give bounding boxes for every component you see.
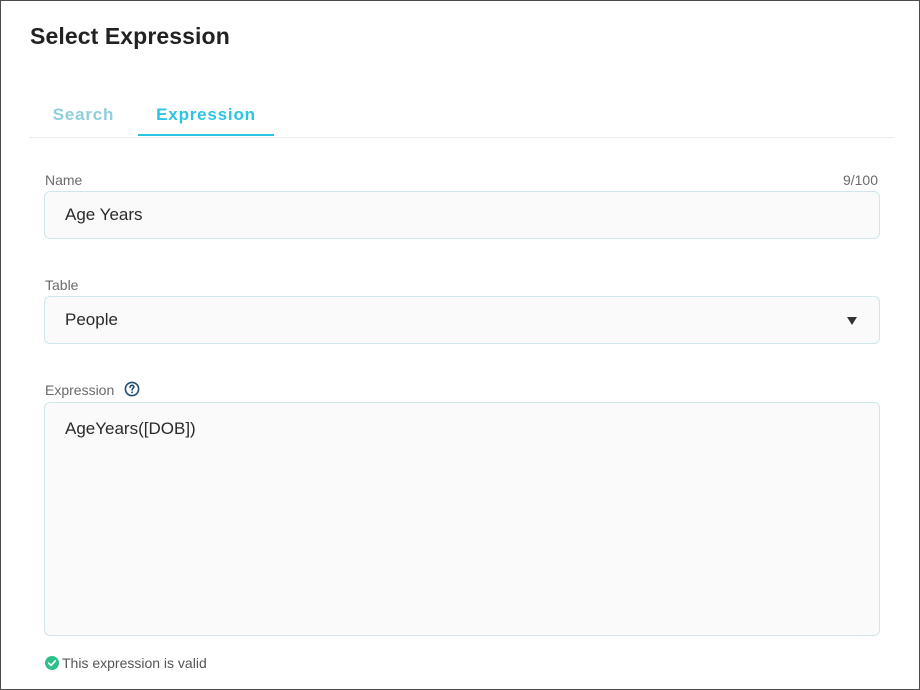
expression-label: Expression [45,382,115,398]
expression-textarea[interactable]: AgeYears([DOB]) [44,402,880,636]
expression-textarea-value: AgeYears([DOB]) [65,419,196,438]
active-tab-indicator [138,134,274,136]
dialog-title: Select Expression [30,23,230,49]
validation-status: This expression is valid [45,655,207,671]
name-input[interactable]: Age Years [44,191,880,239]
help-circle-icon[interactable] [124,381,140,397]
table-select[interactable]: People [44,296,880,344]
table-label: Table [45,277,79,293]
tab-bar: Search Expression [29,97,894,138]
check-circle-icon [45,656,59,670]
validation-message: This expression is valid [62,655,207,671]
name-char-counter: 9/100 [842,172,878,188]
tab-search[interactable]: Search [29,97,138,137]
tab-expression[interactable]: Expression [138,97,274,137]
table-select-value: People [65,310,118,329]
select-expression-dialog: Select Expression Search Expression Name… [0,0,920,690]
caret-down-icon [847,317,857,325]
name-label: Name [45,172,83,188]
name-input-value: Age Years [65,205,143,224]
